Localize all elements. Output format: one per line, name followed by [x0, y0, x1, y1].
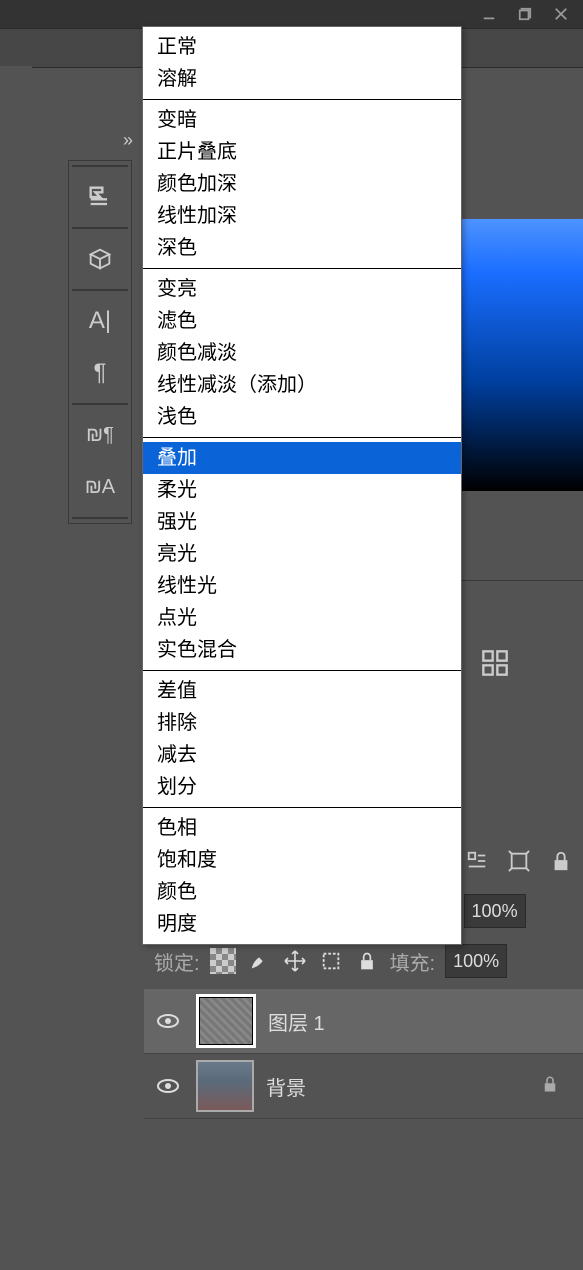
minimize-button[interactable]	[471, 0, 507, 28]
paragraph-style-icon[interactable]: ₪A	[72, 461, 128, 513]
layers-list: 图层 1 背景	[144, 989, 583, 1119]
lock-icon[interactable]	[547, 847, 575, 875]
close-button[interactable]	[543, 0, 579, 28]
blend-mode-menu[interactable]: 正常溶解变暗正片叠底颜色加深线性加深深色变亮滤色颜色减淡线性减淡（添加）浅色叠加…	[142, 26, 462, 945]
fill-value[interactable]: 100%	[445, 944, 507, 978]
lock-icons-group	[210, 948, 380, 974]
char-style-icon[interactable]: ₪¶	[72, 409, 128, 461]
paragraph-icon[interactable]: ¶	[72, 347, 128, 399]
left-strip	[0, 66, 32, 1270]
restore-button[interactable]	[507, 0, 543, 28]
blend-mode-option[interactable]: 颜色	[143, 876, 461, 908]
lock-transparent-icon[interactable]	[210, 948, 236, 974]
blend-mode-option[interactable]: 色相	[143, 812, 461, 844]
layer-row[interactable]: 背景	[144, 1054, 583, 1119]
layer-name[interactable]: 图层 1	[268, 1007, 575, 1036]
visibility-toggle[interactable]	[152, 1005, 184, 1037]
blend-mode-option[interactable]: 颜色减淡	[143, 337, 461, 369]
blend-mode-option[interactable]: 变暗	[143, 104, 461, 136]
blend-mode-option[interactable]: 线性减淡（添加）	[143, 369, 461, 401]
blend-mode-option[interactable]: 线性光	[143, 570, 461, 602]
lock-move-icon[interactable]	[282, 948, 308, 974]
grid-icon[interactable]	[481, 649, 509, 677]
blend-mode-option[interactable]: 正片叠底	[143, 136, 461, 168]
blend-mode-option[interactable]: 差值	[143, 675, 461, 707]
character-icon[interactable]: A|	[72, 295, 128, 347]
blend-mode-option[interactable]: 亮光	[143, 538, 461, 570]
blend-mode-option[interactable]: 明度	[143, 908, 461, 940]
blend-mode-option[interactable]: 柔光	[143, 474, 461, 506]
blend-mode-option[interactable]: 点光	[143, 602, 461, 634]
blend-mode-option[interactable]: 颜色加深	[143, 168, 461, 200]
crop-icon[interactable]	[505, 847, 533, 875]
blend-mode-option[interactable]: 变亮	[143, 273, 461, 305]
filter-icon[interactable]	[463, 847, 491, 875]
blend-mode-option[interactable]: 实色混合	[143, 634, 461, 666]
title-bar	[0, 0, 583, 28]
cube-icon[interactable]	[72, 233, 128, 285]
blend-mode-option[interactable]: 饱和度	[143, 844, 461, 876]
fill-label: 填充:	[390, 947, 436, 976]
blend-mode-option[interactable]: 溶解	[143, 63, 461, 95]
blend-mode-option[interactable]: 排除	[143, 707, 461, 739]
blend-mode-option[interactable]: 正常	[143, 31, 461, 63]
lock-label: 锁定:	[154, 947, 200, 976]
lock-artboard-icon[interactable]	[318, 948, 344, 974]
blend-mode-option[interactable]: 浅色	[143, 401, 461, 433]
layer-thumbnail[interactable]	[196, 994, 256, 1048]
blend-mode-option[interactable]: 强光	[143, 506, 461, 538]
history-icon[interactable]	[72, 171, 128, 223]
vertical-toolbar: A| ¶ ₪¶ ₪A	[68, 160, 132, 524]
lock-all-icon[interactable]	[354, 948, 380, 974]
layer-name[interactable]: 背景	[266, 1072, 529, 1101]
opacity-value[interactable]: 100%	[464, 894, 526, 928]
layer-lock-icon	[541, 1075, 565, 1098]
color-field[interactable]	[444, 218, 583, 492]
blend-mode-option[interactable]: 叠加	[143, 442, 461, 474]
collapse-icon[interactable]: »	[40, 130, 139, 154]
layer-row[interactable]: 图层 1	[144, 989, 583, 1054]
blend-mode-option[interactable]: 划分	[143, 771, 461, 803]
blend-mode-option[interactable]: 滤色	[143, 305, 461, 337]
layer-panel-icons	[463, 847, 575, 875]
blend-mode-option[interactable]: 深色	[143, 232, 461, 264]
lock-paint-icon[interactable]	[246, 948, 272, 974]
blend-mode-option[interactable]: 线性加深	[143, 200, 461, 232]
visibility-toggle[interactable]	[152, 1070, 184, 1102]
layer-thumbnail[interactable]	[196, 1060, 254, 1112]
blend-mode-option[interactable]: 减去	[143, 739, 461, 771]
